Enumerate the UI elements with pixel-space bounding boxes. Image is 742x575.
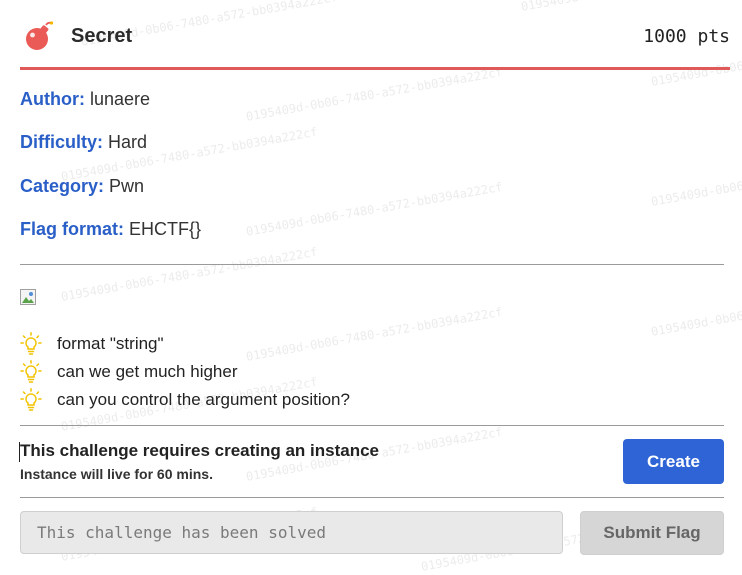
flag-input[interactable]: This challenge has been solved <box>20 511 563 554</box>
meta-value: EHCTF{} <box>129 219 202 239</box>
lightbulb-icon <box>20 332 42 355</box>
meta-value: Hard <box>108 132 148 152</box>
challenge-points: 1000 pts <box>643 26 730 47</box>
hint-item: format "string" <box>20 331 164 357</box>
meta-label: Flag format: <box>20 219 125 239</box>
broken-image-icon <box>20 289 36 305</box>
hint-item: can you control the argument position? <box>20 387 350 413</box>
section-divider <box>20 264 724 265</box>
meta-value: lunaere <box>90 89 151 109</box>
lightbulb-icon <box>20 388 42 411</box>
instance-title: This challenge requires creating an inst… <box>18 441 380 462</box>
header-divider <box>20 67 730 70</box>
category-row: Category: Pwn <box>20 176 144 197</box>
hint-text: can we get much higher <box>57 362 238 381</box>
meta-label: Category: <box>20 176 105 196</box>
challenge-card: Secret 1000 pts Author: lunaere Difficul… <box>0 0 742 575</box>
difficulty-row: Difficulty: Hard <box>20 132 147 153</box>
bomb-icon <box>26 21 54 50</box>
submit-flag-button[interactable]: Submit Flag <box>580 511 724 555</box>
flag-format-row: Flag format: EHCTF{} <box>20 219 201 240</box>
challenge-header: Secret 1000 pts <box>0 0 742 70</box>
meta-value: Pwn <box>109 176 145 196</box>
lightbulb-icon <box>20 360 42 383</box>
hint-item: can we get much higher <box>20 359 238 385</box>
author-row: Author: lunaere <box>20 89 150 110</box>
challenge-title: Secret <box>71 25 133 47</box>
create-instance-button[interactable]: Create <box>623 439 724 484</box>
section-divider <box>20 497 724 498</box>
meta-label: Difficulty: <box>20 132 103 152</box>
section-divider <box>20 425 724 426</box>
hint-text: format "string" <box>57 334 164 353</box>
meta-label: Author: <box>20 89 85 109</box>
instance-subtitle: Instance will live for 60 mins. <box>20 466 213 482</box>
hint-text: can you control the argument position? <box>57 390 350 409</box>
